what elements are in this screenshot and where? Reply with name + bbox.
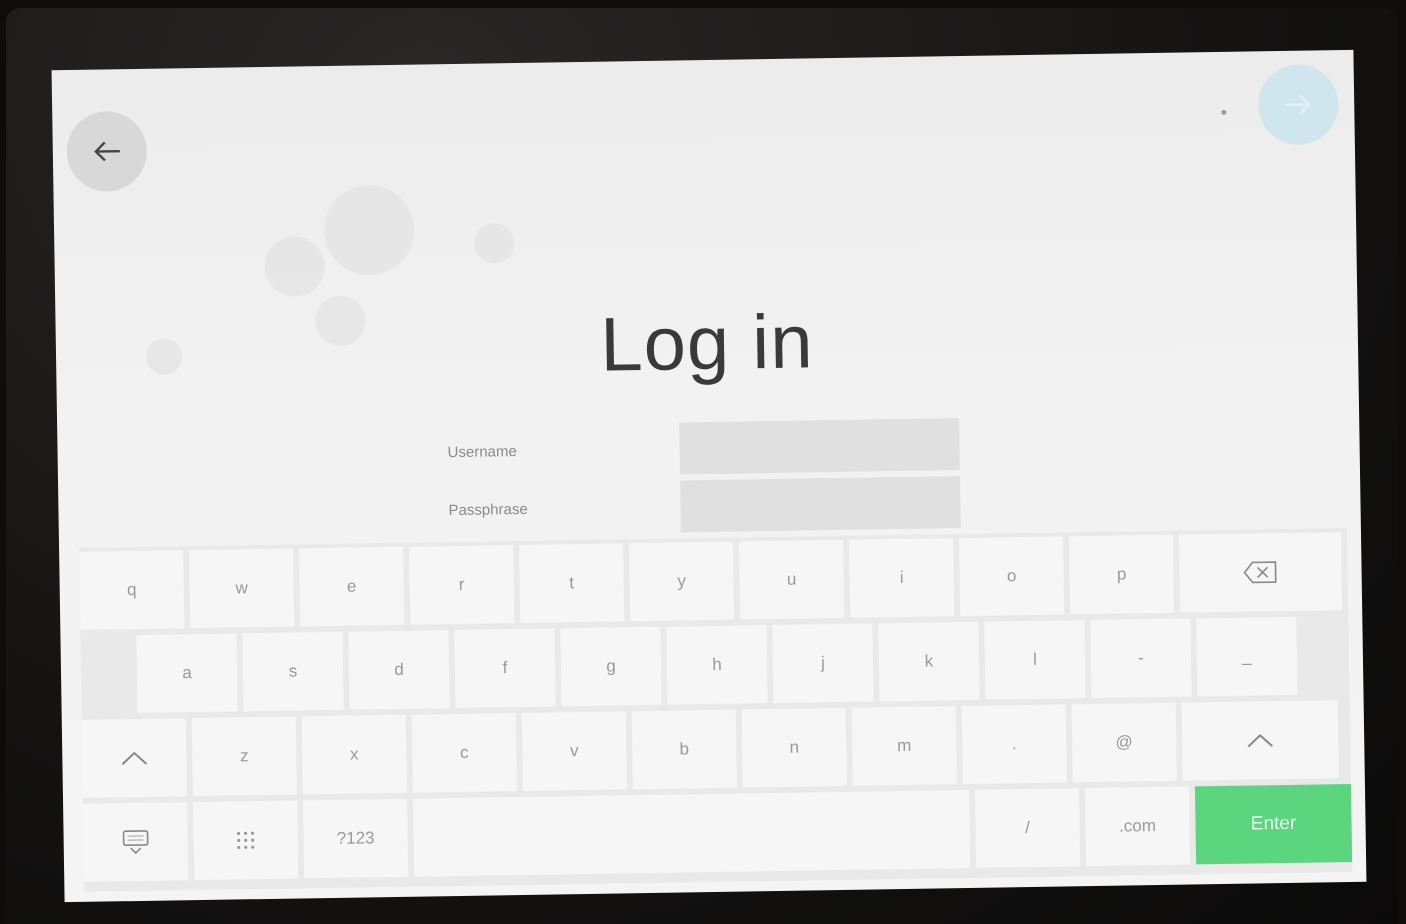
key-b[interactable]: b [631,709,737,790]
shift-up-icon [119,749,149,767]
username-label: Username [447,442,517,461]
key-hyphen[interactable]: - [1090,618,1192,699]
key-q[interactable]: q [79,550,185,630]
key-u[interactable]: u [739,539,845,620]
key-s[interactable]: s [242,631,344,712]
key-w[interactable]: w [189,548,295,629]
page-title: Log in [599,299,815,388]
passphrase-row: Passphrase [448,476,961,536]
hide-keyboard-key[interactable] [83,802,189,882]
space-key[interactable] [413,789,971,877]
symbols-key[interactable]: ?123 [303,798,409,879]
key-r[interactable]: r [409,545,515,625]
passphrase-input[interactable] [680,476,961,533]
background-decoration [474,223,515,264]
key-h[interactable]: h [666,625,768,705]
on-screen-keyboard: q w e r t y u i o p a s d f g h j k l - … [79,527,1353,892]
keyboard-row-1: q w e r t y u i o p [79,532,1348,630]
key-l[interactable]: l [984,620,1086,700]
background-decoration [323,184,415,277]
key-j[interactable]: j [772,623,874,704]
status-indicator [1221,109,1227,115]
key-c[interactable]: c [411,713,517,793]
key-d[interactable]: d [348,630,450,710]
key-n[interactable]: n [741,707,847,788]
shift-key-right[interactable] [1181,700,1339,781]
keyboard-row-2: a s d f g h j k l - _ [80,616,1349,714]
username-row: Username [447,418,960,478]
key-at[interactable]: @ [1071,702,1177,783]
key-v[interactable]: v [521,711,627,791]
key-y[interactable]: y [629,541,735,622]
background-decoration [264,236,326,297]
enter-key[interactable]: Enter [1194,783,1353,865]
key-k[interactable]: k [878,621,980,702]
next-button[interactable] [1257,64,1339,146]
arrow-left-icon [92,139,122,163]
backspace-icon [1242,560,1278,585]
key-f[interactable]: f [454,628,556,709]
keyboard-row-3: z x c v b n m . @ [81,700,1351,798]
key-t[interactable]: t [519,543,625,623]
key-i[interactable]: i [849,538,955,618]
backspace-key[interactable] [1178,532,1343,613]
key-a[interactable]: a [136,633,238,714]
key-p[interactable]: p [1068,534,1175,615]
back-button[interactable] [66,110,148,193]
key-g[interactable]: g [560,626,662,707]
key-underscore[interactable]: _ [1196,616,1298,697]
key-e[interactable]: e [299,546,405,627]
key-o[interactable]: o [959,536,1065,617]
numpad-grid-icon [234,829,256,851]
passphrase-label: Passphrase [448,500,528,519]
key-x[interactable]: x [301,714,407,795]
arrow-right-icon [1283,92,1313,116]
dotcom-key[interactable]: .com [1084,786,1191,867]
keyboard-hide-icon [120,829,150,855]
touch-screen: Log in Username Passphrase q w e r t y u… [51,49,1367,903]
key-slash[interactable]: / [974,788,1081,868]
username-input[interactable] [679,418,960,475]
key-period[interactable]: . [961,704,1067,785]
key-z[interactable]: z [191,716,297,797]
shift-key-left[interactable] [81,718,187,798]
shift-up-icon [1245,731,1275,749]
numpad-key[interactable] [193,800,299,881]
keyboard-row-4: ?123 / .com Enter [83,783,1353,882]
key-m[interactable]: m [851,706,957,786]
